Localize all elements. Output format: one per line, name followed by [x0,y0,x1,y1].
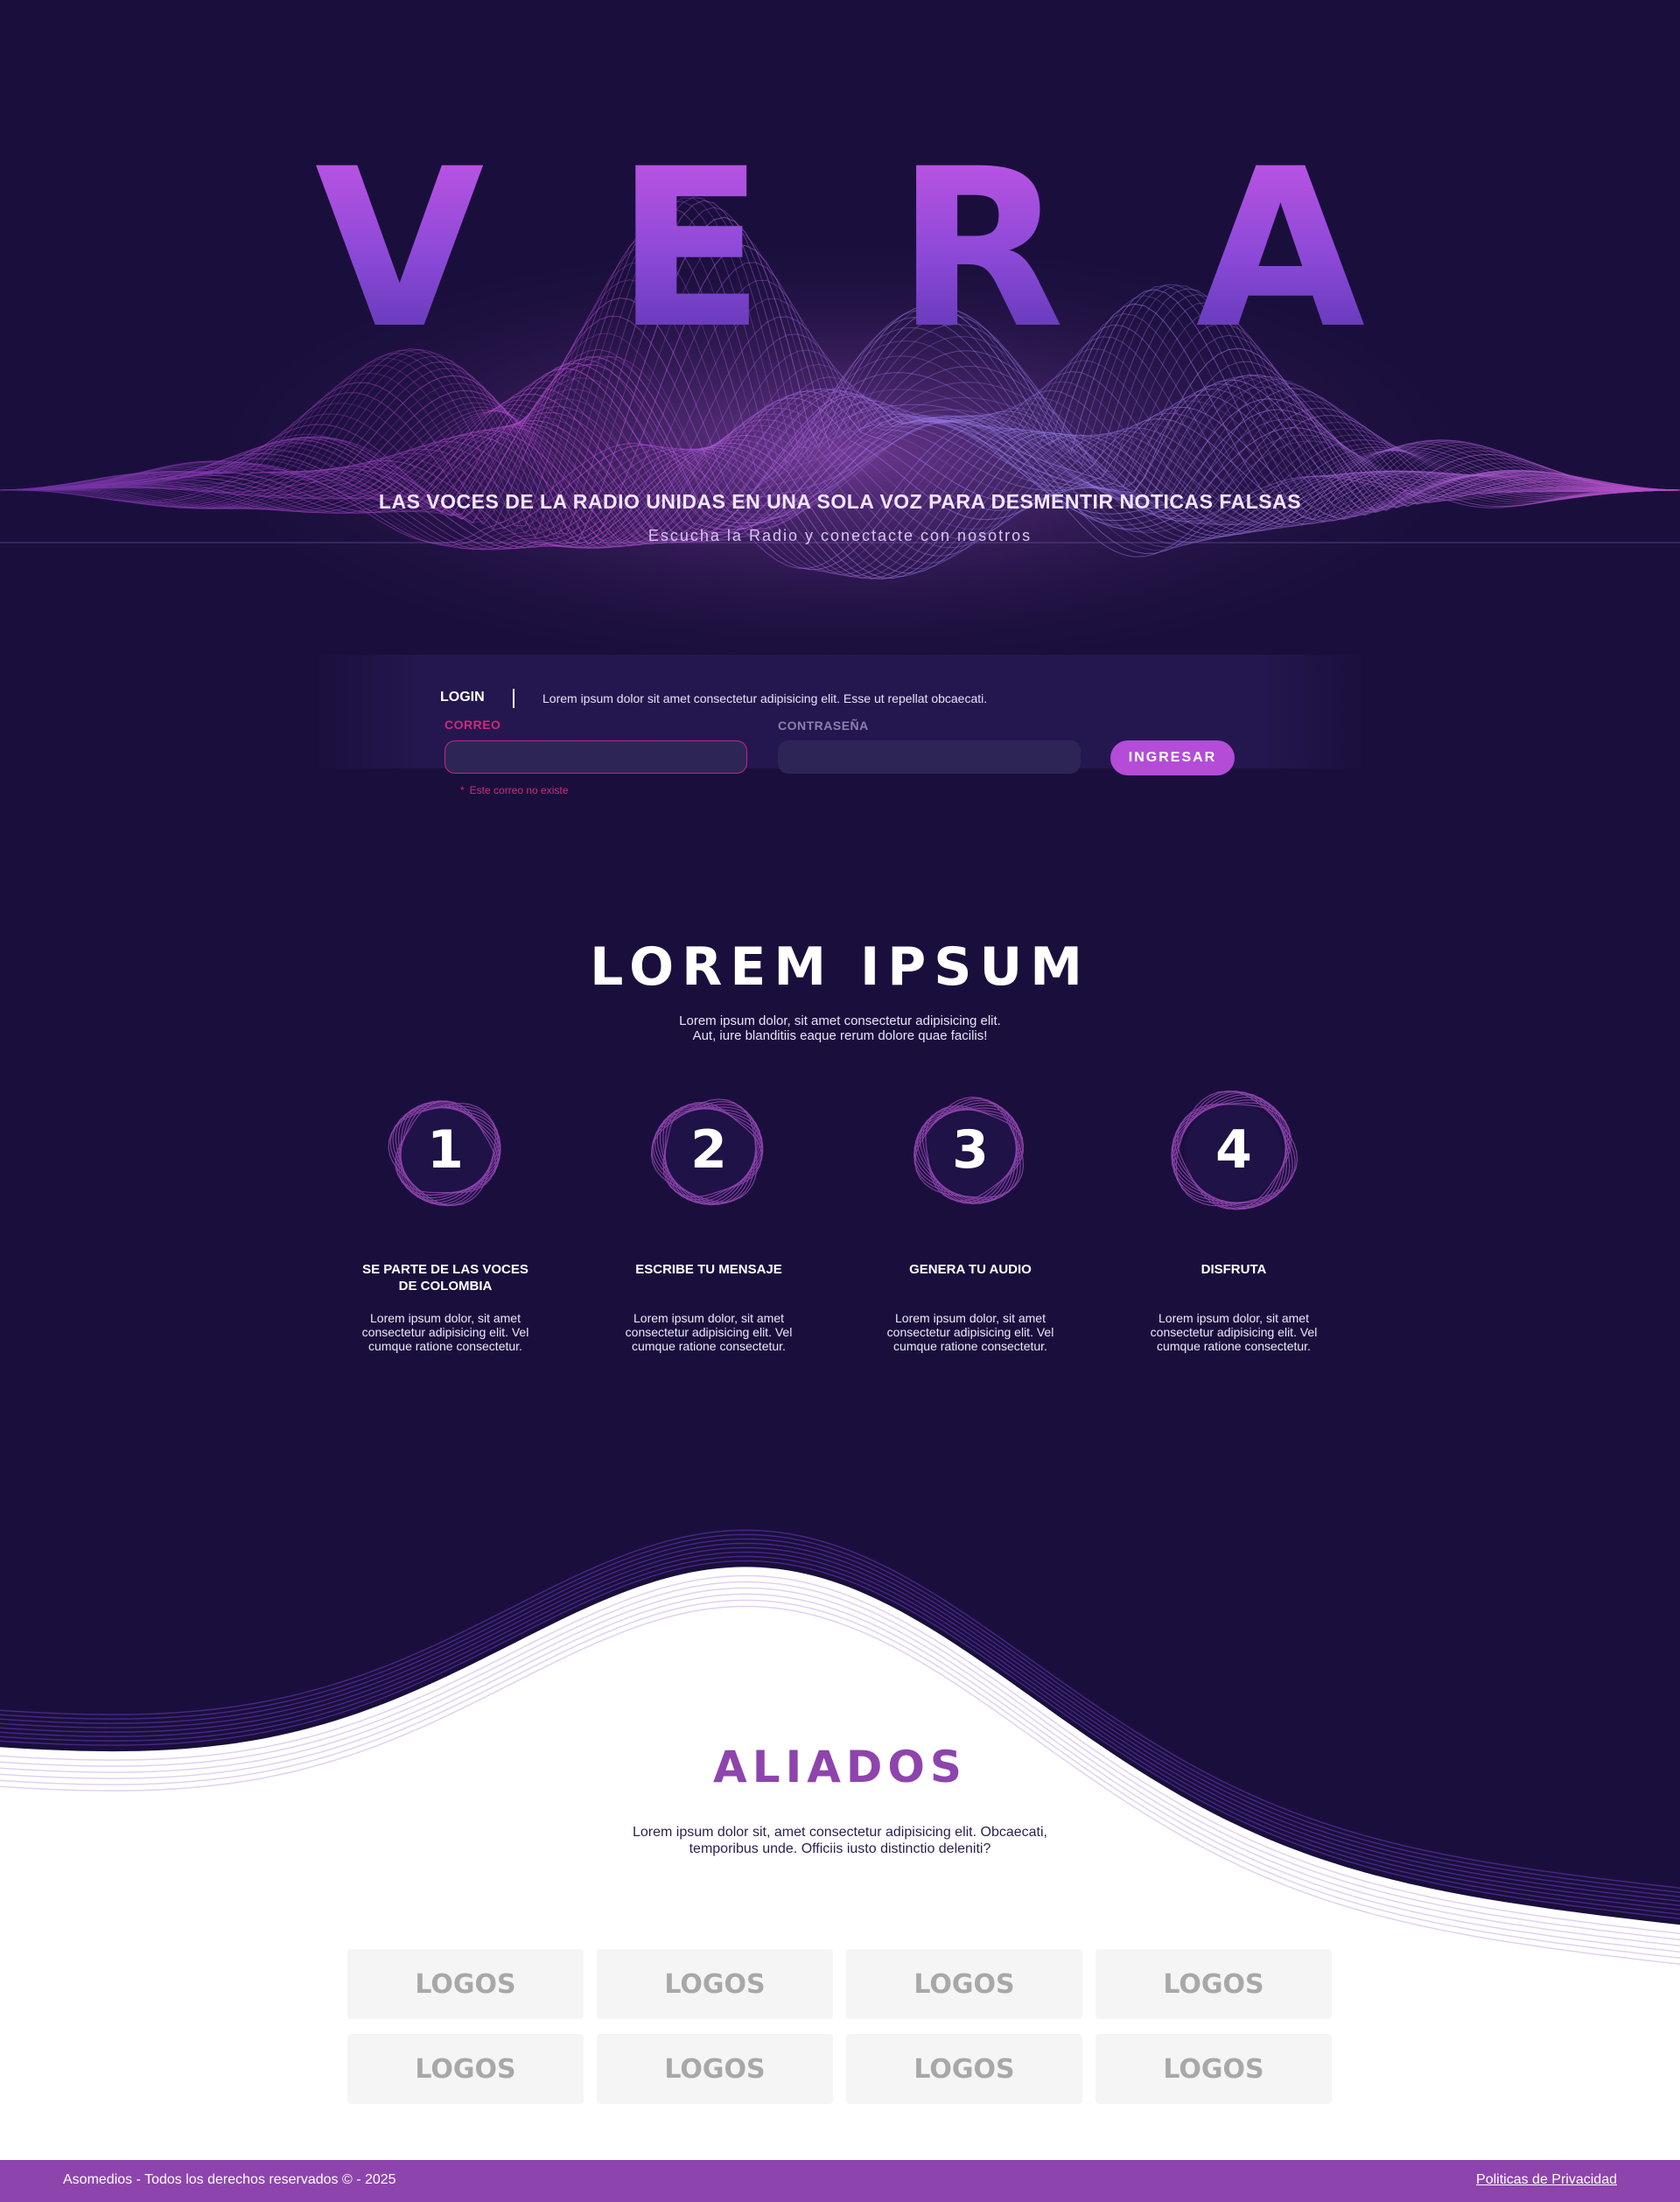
partners-description: Lorem ipsum dolor sit, amet consectetur … [578,1824,1102,1857]
partner-logo[interactable]: LOGOS [347,1949,584,2019]
password-label: CONTRASEÑA [778,719,869,733]
partner-logo[interactable]: LOGOS [347,2034,584,2104]
partners-desc-line: temporibus unde. Officiis iusto distinct… [578,1841,1102,1857]
step-3-title: GENERA TU AUDIO [874,1261,1067,1278]
step-number: 2 [639,1124,779,1176]
section-desc-line: Aut, iure blanditiis eaque rerum dolore … [578,1028,1102,1043]
partner-logo[interactable]: LOGOS [597,1949,833,2019]
footer: Asomedios - Todos los derechos reservado… [0,2160,1680,2202]
partner-logo[interactable]: LOGOS [1096,1949,1332,2019]
brand-logo: VERA [0,140,1680,359]
step-1-icon: 1 [375,1082,515,1222]
step-1-title: SE PARTE DE LAS VOCES DE COLOMBIA [349,1261,542,1294]
section-description: Lorem ipsum dolor, sit amet consectetur … [578,1013,1102,1043]
login-divider [513,689,514,708]
step-number: 3 [900,1124,1040,1176]
password-field[interactable] [778,740,1081,774]
partner-logo[interactable]: LOGOS [597,2034,833,2104]
footer-copyright: Asomedios - Todos los derechos reservado… [63,2172,396,2188]
step-4-title: DISFRUTA [1138,1261,1330,1278]
partner-logo[interactable]: LOGOS [1096,2034,1332,2104]
step-2-title: ESCRIBE TU MENSAJE [612,1261,805,1278]
step-4-text: Lorem ipsum dolor, sit amet consectetur … [1133,1311,1334,1353]
partners-desc-line: Lorem ipsum dolor sit, amet consectetur … [578,1824,1102,1841]
step-3-icon: 3 [900,1082,1040,1222]
login-label: LOGIN [440,690,485,705]
email-label: CORREO [444,718,500,732]
step-3-text: Lorem ipsum dolor, sit amet consectetur … [870,1311,1071,1353]
step-4-icon: 4 [1164,1082,1304,1222]
email-error-message: * Este correo no existe [460,784,568,796]
login-description: Lorem ipsum dolor sit amet consectetur a… [542,691,987,705]
step-number: 4 [1164,1124,1304,1176]
step-1-text: Lorem ipsum dolor, sit amet consectetur … [345,1311,546,1353]
step-2-text: Lorem ipsum dolor, sit amet consectetur … [608,1311,809,1353]
error-text: Este correo no existe [470,784,569,796]
step-title-line: DE COLOMBIA [349,1278,542,1294]
hero-subtitle: Escucha la Radio y conectacte con nosotr… [0,527,1680,545]
section-title: LOREM IPSUM [0,936,1680,998]
error-star: * [460,784,465,796]
privacy-policy-link[interactable]: Politicas de Privacidad [1476,2172,1617,2188]
section-desc-line: Lorem ipsum dolor, sit amet consectetur … [578,1013,1102,1028]
hero-title: LAS VOCES DE LA RADIO UNIDAS EN UNA SOLA… [0,490,1680,514]
login-button[interactable]: INGRESAR [1110,740,1235,775]
partner-logo[interactable]: LOGOS [846,1949,1082,2019]
step-number: 1 [375,1124,515,1176]
partner-logo[interactable]: LOGOS [846,2034,1082,2104]
email-field[interactable] [444,740,747,774]
step-2-icon: 2 [639,1082,779,1222]
step-title-line: SE PARTE DE LAS VOCES [349,1261,542,1278]
partners-title: ALIADOS [0,1742,1680,1792]
